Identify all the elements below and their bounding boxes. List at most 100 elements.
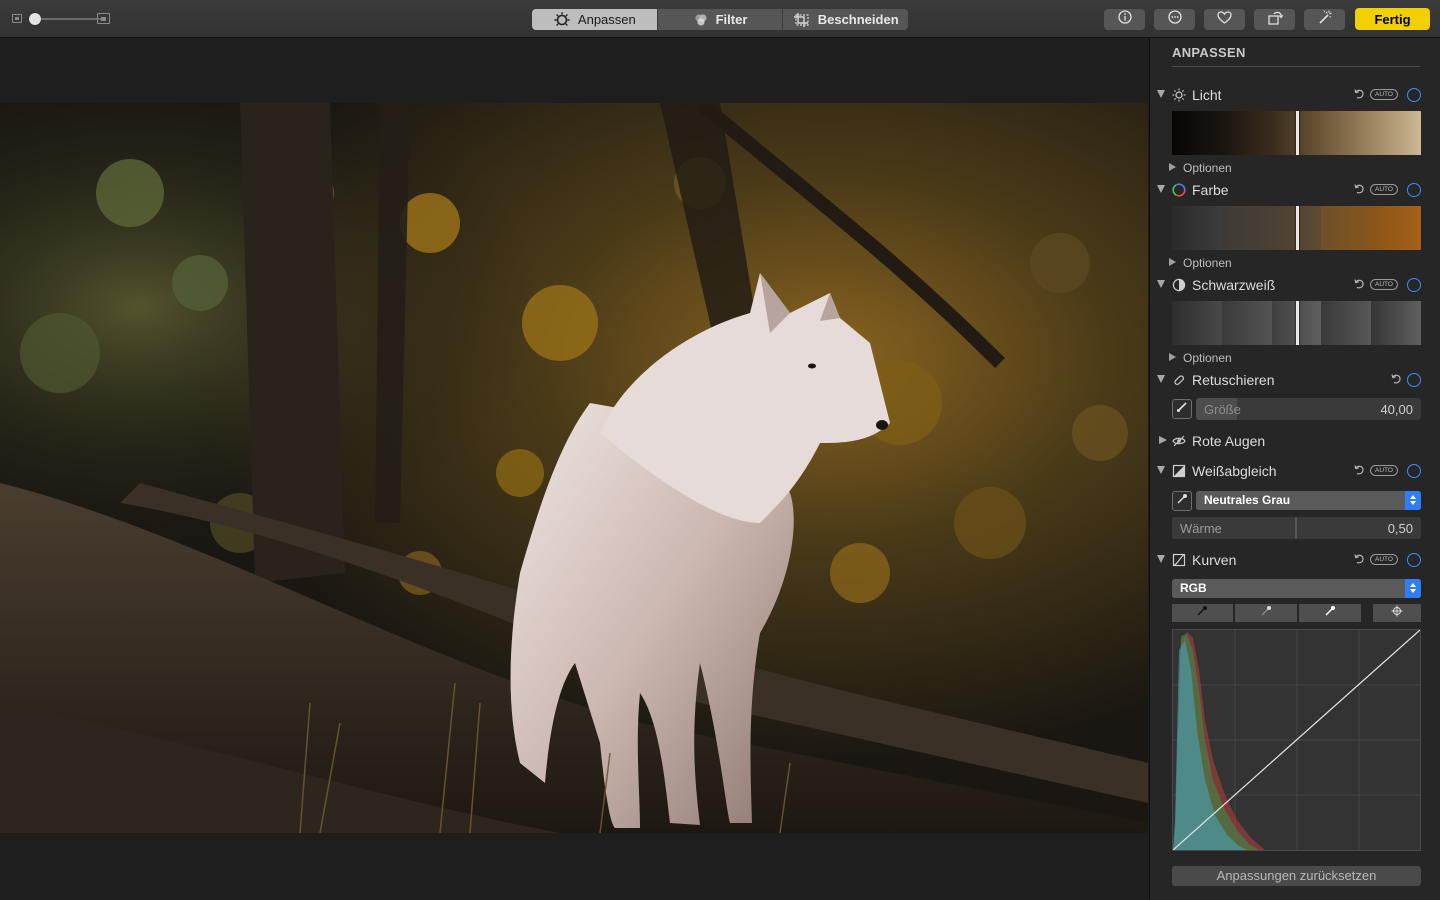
tab-anpassen[interactable]: Anpassen bbox=[532, 9, 658, 30]
light-strip-handle[interactable] bbox=[1296, 111, 1299, 155]
crosshair-icon bbox=[1391, 604, 1403, 622]
black-point-eyedropper[interactable] bbox=[1172, 604, 1233, 622]
light-options-toggle[interactable]: Optionen bbox=[1150, 161, 1350, 175]
disclosure-triangle-icon[interactable] bbox=[1159, 436, 1167, 444]
color-strip-handle[interactable] bbox=[1296, 206, 1299, 250]
tab-filter[interactable]: Filter bbox=[658, 9, 784, 30]
wolf-photo[interactable] bbox=[0, 103, 1148, 833]
heart-icon bbox=[1217, 10, 1232, 29]
wb-eyedropper-button[interactable] bbox=[1172, 491, 1192, 511]
disclosure-triangle-icon[interactable] bbox=[1157, 185, 1165, 193]
done-button[interactable]: Fertig bbox=[1355, 8, 1430, 30]
auto-button[interactable]: AUTO bbox=[1370, 465, 1398, 476]
gray-point-eyedropper[interactable] bbox=[1234, 604, 1297, 622]
curves-eyedroppers bbox=[1172, 604, 1422, 622]
toolbar: Anpassen Filter Beschneiden Fertig bbox=[0, 0, 1440, 38]
section-whitebalance-header[interactable]: Weißabgleich AUTO bbox=[1150, 461, 1440, 481]
bandage-icon bbox=[1172, 373, 1186, 387]
eyedropper-icon bbox=[1176, 492, 1188, 510]
toggle-circle-icon[interactable] bbox=[1407, 183, 1421, 197]
brush-tool-button[interactable] bbox=[1172, 399, 1192, 419]
half-circle-icon bbox=[1172, 278, 1186, 292]
eyedropper-icon bbox=[1260, 604, 1272, 622]
eye-icon bbox=[1172, 434, 1186, 448]
tab-beschneiden-label: Beschneiden bbox=[817, 12, 899, 27]
options-label: Optionen bbox=[1183, 256, 1232, 270]
disclosure-triangle-icon[interactable] bbox=[1157, 466, 1165, 474]
curves-icon bbox=[1172, 553, 1186, 567]
disclosure-triangle-icon[interactable] bbox=[1157, 90, 1165, 98]
tab-anpassen-label: Anpassen bbox=[577, 12, 636, 27]
disclosure-triangle-icon[interactable] bbox=[1157, 280, 1165, 288]
filter-icon bbox=[693, 12, 709, 28]
wb-mode-select[interactable]: Neutrales Grau bbox=[1196, 491, 1421, 510]
undo-icon[interactable] bbox=[1352, 182, 1366, 196]
section-redeye-label: Rote Augen bbox=[1192, 433, 1266, 449]
light-preview-strip[interactable] bbox=[1172, 111, 1421, 155]
adjust-sidebar: ANPASSEN Licht AUTO Optionen Farbe AUTO bbox=[1149, 38, 1440, 900]
photo-canvas bbox=[0, 38, 1149, 900]
tab-filter-label: Filter bbox=[715, 12, 748, 27]
section-color-header[interactable]: Farbe AUTO bbox=[1150, 180, 1440, 200]
disclosure-triangle-icon[interactable] bbox=[1157, 555, 1165, 563]
warmth-value: 0,50 bbox=[1387, 521, 1413, 536]
zoom-track[interactable] bbox=[31, 18, 103, 20]
auto-button[interactable]: AUTO bbox=[1370, 554, 1398, 565]
zoom-knob[interactable] bbox=[29, 13, 41, 25]
popup-arrows-icon bbox=[1405, 579, 1421, 598]
disclosure-triangle-icon[interactable] bbox=[1157, 375, 1165, 383]
toggle-circle-icon[interactable] bbox=[1407, 553, 1421, 567]
warmth-center-mark bbox=[1295, 517, 1297, 539]
info-button[interactable] bbox=[1104, 9, 1145, 30]
favorite-button[interactable] bbox=[1204, 9, 1245, 30]
popup-arrows-icon bbox=[1405, 491, 1421, 510]
brush-size-label: Größe bbox=[1204, 402, 1241, 417]
section-bw-label: Schwarzweiß bbox=[1192, 277, 1276, 293]
section-light-header[interactable]: Licht AUTO bbox=[1150, 85, 1440, 105]
warmth-slider[interactable]: Wärme 0,50 bbox=[1172, 517, 1421, 539]
brush-size-slider[interactable]: Größe 40,00 bbox=[1196, 398, 1421, 420]
enhance-button[interactable] bbox=[1304, 9, 1345, 30]
undo-icon[interactable] bbox=[1389, 372, 1403, 386]
undo-icon[interactable] bbox=[1352, 87, 1366, 101]
section-light-label: Licht bbox=[1192, 87, 1222, 103]
toggle-circle-icon[interactable] bbox=[1407, 464, 1421, 478]
auto-button[interactable]: AUTO bbox=[1370, 184, 1398, 195]
auto-button[interactable]: AUTO bbox=[1370, 279, 1398, 290]
bw-preview-strip[interactable] bbox=[1172, 301, 1421, 345]
toggle-circle-icon[interactable] bbox=[1407, 373, 1421, 387]
white-point-eyedropper[interactable] bbox=[1298, 604, 1362, 622]
sun-icon bbox=[1172, 88, 1186, 102]
undo-icon[interactable] bbox=[1352, 463, 1366, 477]
section-curves-header[interactable]: Kurven AUTO bbox=[1150, 550, 1440, 570]
color-options-toggle[interactable]: Optionen bbox=[1150, 256, 1350, 270]
section-redeye-header[interactable]: Rote Augen bbox=[1150, 431, 1440, 451]
undo-icon[interactable] bbox=[1352, 277, 1366, 291]
add-point-button[interactable] bbox=[1373, 604, 1422, 622]
white-balance-icon bbox=[1172, 464, 1186, 478]
curves-channel-select[interactable]: RGB bbox=[1172, 579, 1421, 598]
curves-graph[interactable] bbox=[1172, 629, 1421, 851]
eyedropper-spacer bbox=[1363, 604, 1371, 622]
sidebar-title: ANPASSEN bbox=[1172, 45, 1246, 60]
eyedropper-icon bbox=[1324, 604, 1336, 622]
magic-wand-icon bbox=[1317, 9, 1333, 30]
bw-strip-handle[interactable] bbox=[1296, 301, 1299, 345]
disclosure-triangle-icon bbox=[1169, 353, 1176, 361]
toggle-circle-icon[interactable] bbox=[1407, 278, 1421, 292]
section-whitebalance-label: Weißabgleich bbox=[1192, 463, 1277, 479]
color-preview-strip[interactable] bbox=[1172, 206, 1421, 250]
reset-adjustments-button[interactable]: Anpassungen zurücksetzen bbox=[1172, 866, 1421, 886]
auto-button[interactable]: AUTO bbox=[1370, 89, 1398, 100]
tab-beschneiden[interactable]: Beschneiden bbox=[783, 9, 908, 30]
toggle-circle-icon[interactable] bbox=[1407, 88, 1421, 102]
undo-icon[interactable] bbox=[1352, 552, 1366, 566]
color-wheel-icon bbox=[1172, 183, 1186, 197]
rotate-button[interactable] bbox=[1254, 9, 1295, 30]
more-button[interactable] bbox=[1154, 9, 1195, 30]
zoom-slider[interactable] bbox=[12, 11, 112, 27]
more-icon bbox=[1167, 10, 1182, 29]
section-retouch-header[interactable]: Retuschieren bbox=[1150, 370, 1440, 390]
section-bw-header[interactable]: Schwarzweiß AUTO bbox=[1150, 275, 1440, 295]
bw-options-toggle[interactable]: Optionen bbox=[1150, 351, 1350, 365]
